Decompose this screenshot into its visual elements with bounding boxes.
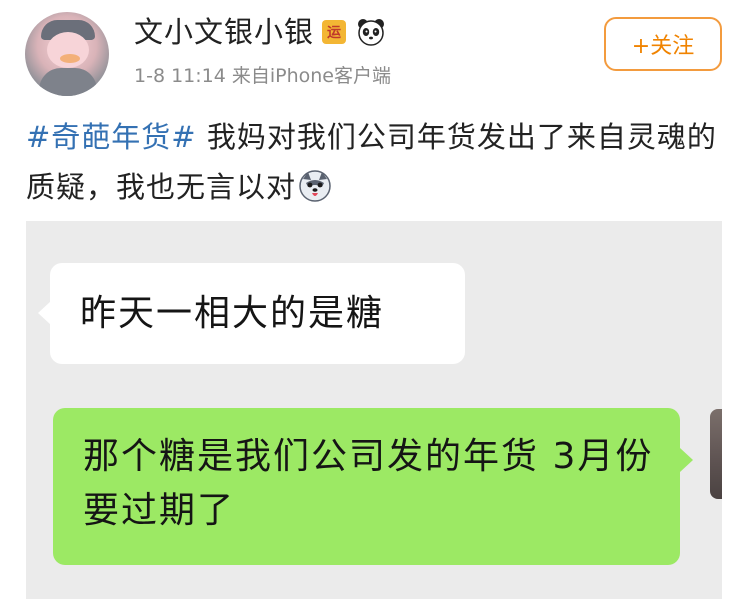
author-avatar[interactable] (25, 12, 109, 96)
follow-button[interactable]: +关注 (604, 17, 722, 71)
incoming-message-bubble: 昨天一相大的是糖 (38, 263, 465, 364)
avatar-body (39, 68, 97, 96)
husky-emoji-icon (299, 170, 331, 202)
chat-screenshot: 昨天一相大的是糖 那个糖是我们公司发的年货 3月份要过期了 (26, 221, 722, 599)
outgoing-message-bubble: 那个糖是我们公司发的年货 3月份要过期了 (53, 408, 693, 565)
yun-badge-icon: 运 (322, 20, 346, 44)
outgoing-message-text: 那个糖是我们公司发的年货 3月份要过期了 (83, 436, 654, 531)
author-name[interactable]: 文小文银小银 (134, 12, 314, 52)
topic-link[interactable]: #奇葩年货# (26, 120, 197, 154)
post-meta: 1-8 11:14 来自iPhone客户端 (134, 65, 392, 87)
sender-avatar (710, 409, 722, 499)
incoming-message-text: 昨天一相大的是糖 (80, 293, 385, 334)
avatar-duck-beak (60, 54, 80, 63)
post-body: #奇葩年货# 我妈对我们公司年货发出了来自灵魂的质疑，我也无言以对 (26, 112, 726, 212)
panda-icon (358, 19, 384, 46)
